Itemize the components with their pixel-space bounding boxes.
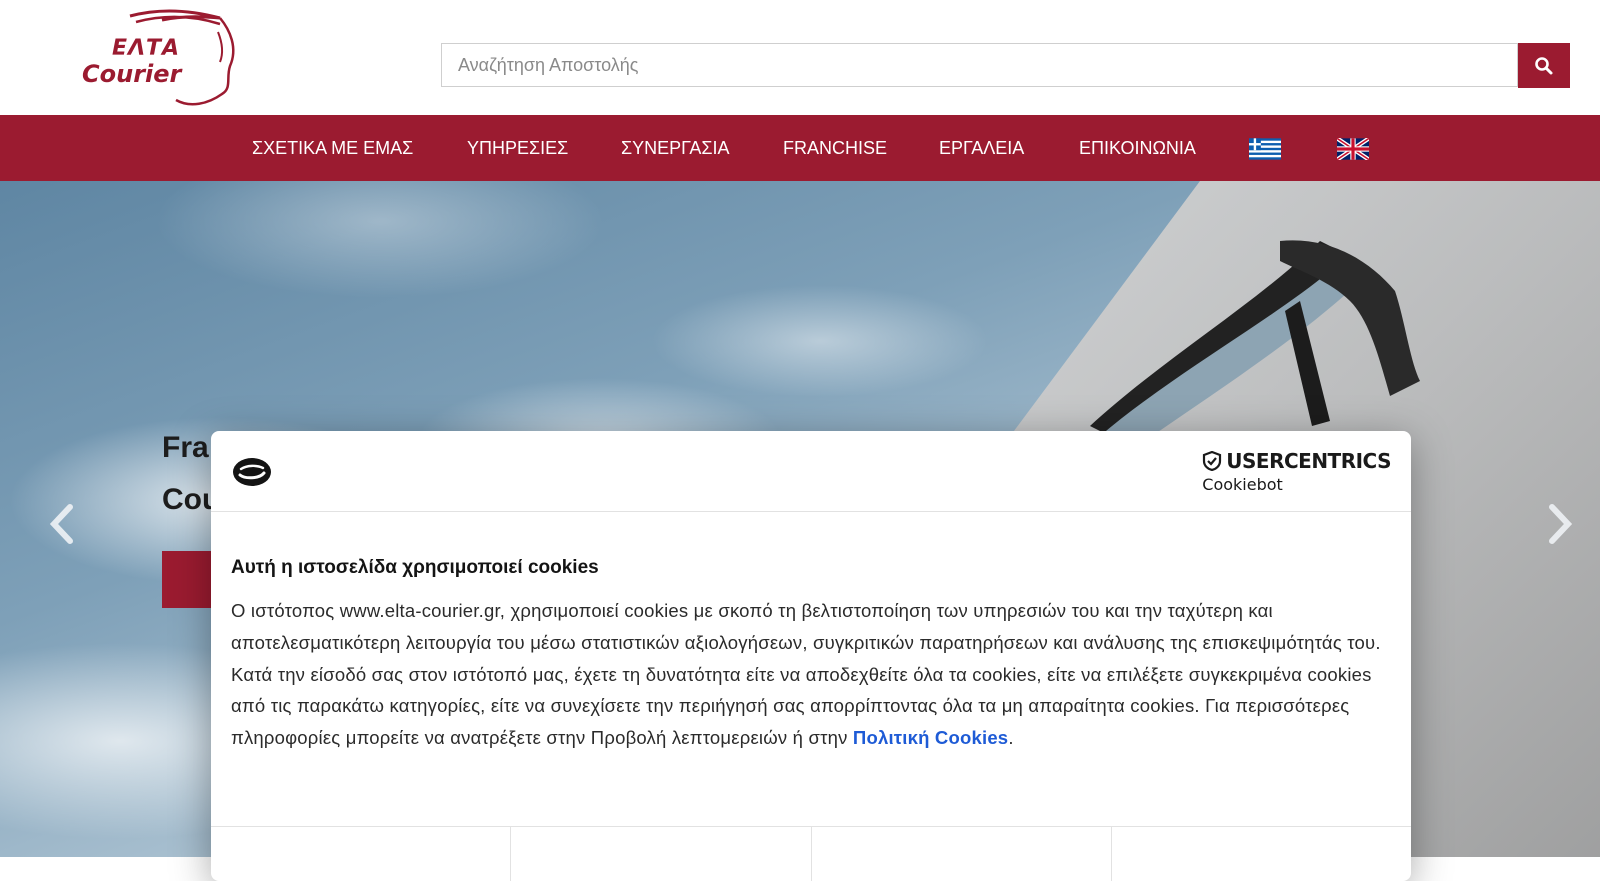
logo-text-elta: ΕΛΤΑ — [112, 36, 181, 61]
shipment-search-input[interactable] — [442, 44, 1517, 86]
nav-item-tools[interactable]: ΕΡΓΑΛΕΙΑ — [939, 115, 1024, 181]
chevron-right-icon — [1549, 504, 1573, 544]
greek-flag-icon[interactable] — [1249, 138, 1281, 160]
cookie-dialog-body: Ο ιστότοπος www.elta-courier.gr, χρησιμο… — [231, 595, 1381, 754]
uk-flag-icon[interactable] — [1335, 136, 1371, 162]
cookie-dialog-title: Αυτή η ιστοσελίδα χρησιμοποιεί cookies — [231, 557, 599, 578]
main-nav: ΣΧΕΤΙΚΑ ΜΕ ΕΜΑΣ ΥΠΗΡΕΣΙΕΣ ΣΥΝΕΡΓΑΣΙΑ FRA… — [0, 115, 1600, 181]
cookiebot-logo — [231, 455, 273, 489]
elta-courier-logo[interactable]: ΕΛΤΑ Courier — [80, 8, 240, 108]
cookie-category-tabs — [211, 826, 1411, 881]
cookie-tab-1[interactable] — [211, 827, 512, 881]
shield-check-icon — [1203, 451, 1222, 471]
cookie-tab-4[interactable] — [1112, 827, 1411, 881]
cookie-tab-3[interactable] — [812, 827, 1112, 881]
cookie-body-text: Ο ιστότοπος www.elta-courier.gr, χρησιμο… — [231, 600, 1381, 749]
slider-prev-button[interactable] — [42, 499, 82, 549]
usercentrics-name: USERCENTRICS — [1202, 449, 1391, 473]
nav-item-services[interactable]: ΥΠΗΡΕΣΙΕΣ — [467, 115, 568, 181]
cookiebot-wordmark: Cookiebot — [1202, 475, 1283, 494]
hero-title-line1: Fra — [162, 431, 209, 464]
logo-text-courier: Courier — [82, 60, 182, 88]
cookie-dialog-header: USERCENTRICS Cookiebot — [211, 431, 1411, 512]
usercentrics-wordmark: USERCENTRICS — [1226, 449, 1391, 473]
nav-item-contact[interactable]: ΕΠΙΚΟΙΝΩΝΙΑ — [1079, 115, 1196, 181]
site-header: ΕΛΤΑ Courier — [0, 0, 1600, 115]
cookie-tab-2[interactable] — [511, 827, 812, 881]
search-icon — [1535, 56, 1553, 74]
cookie-policy-link[interactable]: Πολιτική Cookies — [853, 727, 1008, 748]
cookie-body-end: . — [1008, 727, 1014, 749]
cookie-consent-dialog: USERCENTRICS Cookiebot Αυτή η ιστοσελίδα… — [211, 431, 1411, 881]
search-button[interactable] — [1518, 43, 1570, 88]
shipment-search-box — [441, 43, 1518, 87]
slider-next-button[interactable] — [1540, 499, 1580, 549]
nav-item-franchise[interactable]: FRANCHISE — [783, 115, 887, 181]
usercentrics-brand: USERCENTRICS Cookiebot — [1202, 449, 1391, 494]
chevron-left-icon — [49, 504, 73, 544]
nav-item-cooperation[interactable]: ΣΥΝΕΡΓΑΣΙΑ — [621, 115, 730, 181]
cookiebot-icon — [233, 458, 271, 486]
nav-item-about[interactable]: ΣΧΕΤΙΚΑ ΜΕ ΕΜΑΣ — [252, 115, 413, 181]
